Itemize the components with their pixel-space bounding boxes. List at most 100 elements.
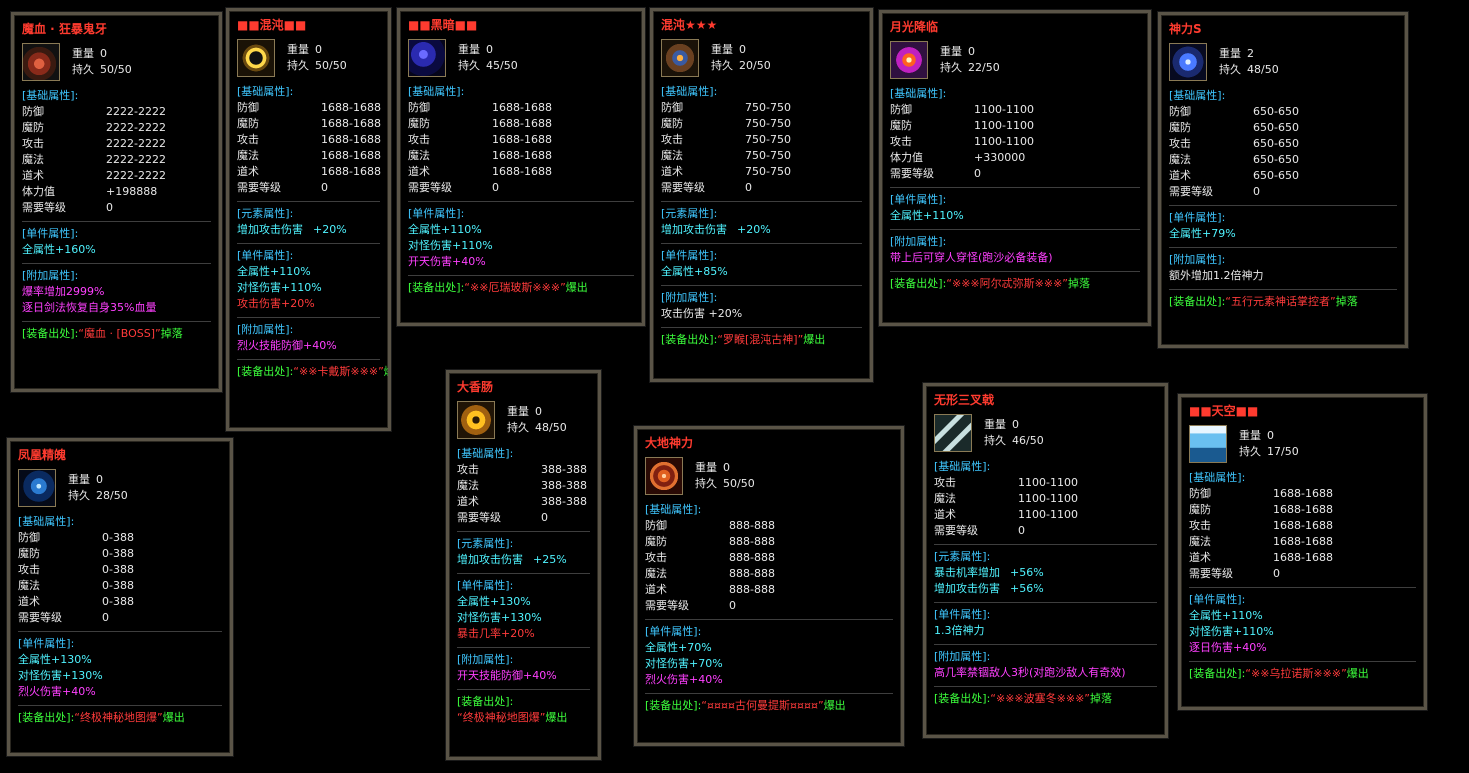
single-attributes-label: [单件属性]: [457,579,514,592]
element-attribute-value: +56% [1010,582,1044,595]
attribute-name: 魔法 [1169,153,1191,166]
source-row: [装备出处]:“魔血 · [BOSS]”掉落 [22,326,211,342]
source-label: [装备出处]: [890,277,947,290]
weight-value: 0 [1012,418,1019,431]
durability-value: 48/50 [1247,63,1279,76]
source-section: [装备出处]:“罗睺[混沌古神]”爆出 [661,327,862,348]
single-attribute-row: 全属性+130% [457,595,531,608]
single-attributes-section: [单件属性]: 全属性+110% 对怪伤害+110% 开天伤害+40% [408,201,634,270]
attribute-row: 攻击 1100-1100 [934,475,1157,491]
base-attributes-label: [基础属性]: [457,447,514,460]
single-attributes-label: [单件属性]: [1189,593,1246,606]
base-attributes-section: [基础属性]: 防御 1688-1688 魔防 1688-1688 攻击 1688-1688… [1189,468,1416,582]
attribute-value: 1688-1688 [321,133,381,146]
single-attributes-section: [单件属性]: 全属性+110% 对怪伤害+110% 攻击伤害+20% [237,243,380,312]
extra-attribute-row: 额外增加1.2倍神力 [1169,269,1264,282]
element-attributes-label: [元素属性]: [661,207,718,220]
attribute-row: 防御 888-888 [645,518,893,534]
earth-swirl-icon [645,457,683,495]
weight-row: 重量 0 [458,42,518,58]
item-header: 重量 0 持久 50/50 [237,34,380,82]
single-attribute-row: 烈火伤害+40% [645,673,723,686]
item-card-fenghuang: 凤凰精魄 重量 0 持久 28/50 [基础属性]: 防御 0-388 魔防 0-388 攻击 0-3… [7,438,233,756]
durability-label: 持久 [72,63,94,76]
attribute-row: 攻击 1688-1688 [237,132,381,148]
source-label: [装备出处]: [18,711,75,724]
weight-row: 重量 0 [287,42,347,58]
attribute-value: 0-388 [102,563,134,576]
golden-rune-icon [457,401,495,439]
item-card-daxiangchang: 大香肠 重量 0 持久 48/50 [基础属性]: 攻击 388-388 魔法 388-388 道术… [446,370,601,760]
durability-label: 持久 [984,434,1006,447]
attribute-value: 1688-1688 [1273,535,1333,548]
golden-ring-icon [237,39,275,77]
item-title: ■■天空■■ [1189,404,1259,418]
attribute-value: 750-750 [745,149,791,162]
attribute-value: 0-388 [102,531,134,544]
source-label: [装备出处]: [1169,295,1226,308]
attribute-value: +330000 [974,151,1026,164]
element-attributes-label: [元素属性]: [934,550,991,563]
durability-row: 持久 48/50 [1219,62,1279,78]
single-attributes-label: [单件属性]: [408,207,465,220]
element-attributes-label: [元素属性]: [237,207,294,220]
attribute-value: 888-888 [729,567,775,580]
weight-row: 重量 0 [68,472,128,488]
weight-value: 0 [486,43,493,56]
item-card-yueguang: 月光降临 重量 0 持久 22/50 [基础属性]: 防御 1100-1100 魔防 1100-1… [879,10,1151,326]
item-header: 重量 2 持久 48/50 [1169,38,1397,86]
attribute-name: 道术 [645,583,667,596]
extra-attribute-row: 开天技能防御+40% [457,669,557,682]
source-name: “※※※阿尔忒弥斯※※※” [946,277,1068,290]
attribute-row: 道术 1688-1688 [237,164,381,180]
item-card-heian: ■■黑暗■■ 重量 0 持久 45/50 [基础属性]: 防御 1688-1688 魔防 1688… [397,8,645,326]
attribute-name: 魔法 [645,567,667,580]
weight-row: 重量 0 [940,44,1000,60]
weight-value: 0 [739,43,746,56]
extra-attributes-label: [附加属性]: [22,269,79,282]
single-attribute-row: 全属性+110% [890,209,964,222]
attribute-row: 魔防 2222-2222 [22,120,211,136]
weight-value: 0 [315,43,322,56]
attribute-row: 道术 1100-1100 [934,507,1157,523]
attribute-name: 魔法 [408,149,430,162]
base-attributes-section: [基础属性]: 防御 2222-2222 魔防 2222-2222 攻击 2222-2222… [22,86,211,216]
attribute-name: 需要等级 [408,181,452,194]
attribute-value: 1100-1100 [974,135,1034,148]
source-section: [装备出处]:“※※※波塞冬※※※”掉落 [934,686,1157,707]
source-section: [装备出处]: “终极神秘地图爆”爆出 [457,689,590,726]
attribute-value: 0 [541,511,548,524]
extra-attributes-section: [附加属性]: 开天技能防御+40% [457,647,590,684]
source-label: [装备出处]: [1189,667,1246,680]
extra-attributes-label: [附加属性]: [934,650,991,663]
attribute-row: 体力值 +198888 [22,184,211,200]
durability-row: 持久 50/50 [695,476,755,492]
single-attribute-row: 全属性+85% [661,265,728,278]
element-attribute-row: 暴击机率增加 +56% [934,565,1157,581]
single-attributes-section: [单件属性]: 全属性+130% 对怪伤害+130% 暴击几率+20% [457,573,590,642]
attribute-value: 1100-1100 [1018,492,1078,505]
weight-row: 重量 0 [507,404,567,420]
attribute-row: 需要等级 0 [237,180,380,196]
phoenix-spirit-icon [18,469,56,507]
weight-value: 0 [535,405,542,418]
item-card-mozue: 魔血 · 狂暴鬼牙 重量 0 持久 50/50 [基础属性]: 防御 2222-2222 魔防 2… [11,12,222,392]
source-row: [装备出处]:“¤¤¤¤古何曼提斯¤¤¤¤”爆出 [645,698,893,714]
attribute-row: 魔法 388-388 [457,478,590,494]
attribute-row: 需要等级 0 [457,510,590,526]
source-row: [装备出处]:“罗睺[混沌古神]”爆出 [661,332,862,348]
attribute-name: 魔法 [1189,535,1211,548]
base-attributes-label: [基础属性]: [22,89,79,102]
attribute-row: 攻击 1100-1100 [890,134,1140,150]
attribute-value: 1688-1688 [321,149,381,162]
source-name: “终极神秘地图爆” [457,711,546,724]
item-title: 神力S [1169,22,1202,36]
source-name: “¤¤¤¤古何曼提斯¤¤¤¤” [701,699,824,712]
single-attributes-section: [单件属性]: 全属性+130% 对怪伤害+130% 烈火伤害+40% [18,631,222,700]
attribute-name: 需要等级 [890,167,934,180]
weight-label: 重量 [695,461,717,474]
attribute-name: 魔防 [661,117,683,130]
single-attribute-row: 全属性+79% [1169,227,1236,240]
single-attribute-row: 全属性+110% [237,265,311,278]
item-title: 大地神力 [645,436,694,450]
